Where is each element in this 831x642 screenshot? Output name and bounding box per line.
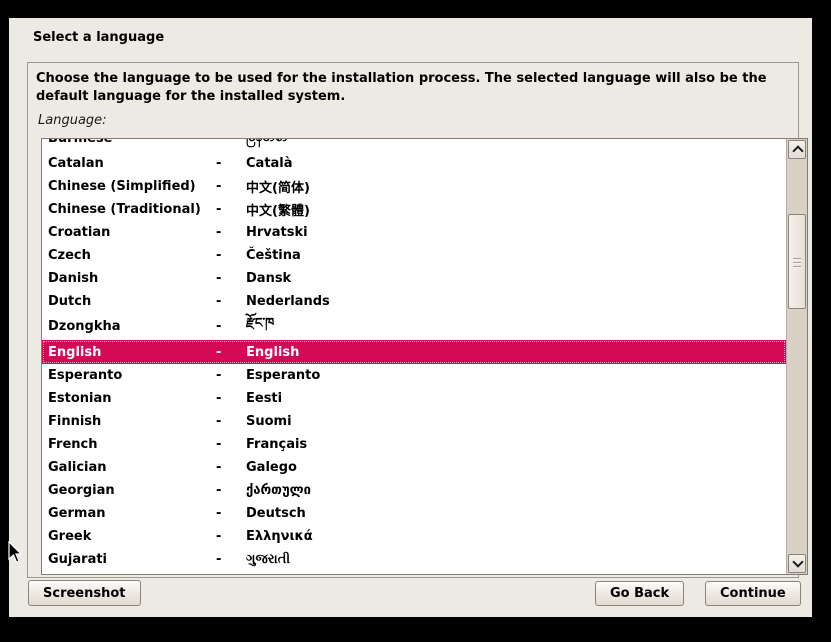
language-native: Français [246, 437, 786, 452]
separator-dash: - [216, 483, 246, 498]
language-row[interactable]: Finnish - Suomi [42, 410, 786, 433]
screenshot-button[interactable]: Screenshot [28, 580, 141, 606]
separator-dash: - [216, 319, 246, 334]
language-name: Galician [48, 460, 216, 475]
language-row[interactable]: Czech - Čeština [42, 244, 786, 267]
separator-dash: - [216, 460, 246, 475]
go-back-button[interactable]: Go Back [595, 581, 684, 606]
language-native: Deutsch [246, 506, 786, 521]
separator-dash: - [216, 225, 246, 240]
page-title: Select a language [33, 30, 164, 45]
language-native: Nederlands [246, 294, 786, 309]
language-row[interactable]: Chinese (Simplified) - 中文(简体) [42, 175, 786, 198]
language-name: French [48, 437, 216, 452]
separator-dash: - [216, 156, 246, 171]
language-native: རྫོང་ཁ [246, 308, 786, 345]
thumb-grip-icon [793, 258, 801, 270]
screen: { "window": { "title": "Select a languag… [0, 0, 831, 642]
chevron-down-icon [792, 556, 803, 567]
language-name: English [48, 345, 216, 360]
language-name: Catalan [48, 156, 216, 171]
language-row[interactable]: Greek - Ελληνικά [42, 525, 786, 548]
language-native: Čeština [246, 248, 786, 263]
language-native: Suomi [246, 414, 786, 429]
chevron-up-icon [792, 145, 803, 156]
language-native: မြန်မာစာ [246, 139, 786, 148]
scrollbar-thumb[interactable] [788, 214, 806, 309]
separator-dash: - [216, 552, 246, 567]
language-name: Burmese [48, 139, 216, 146]
language-name: Danish [48, 271, 216, 286]
language-name: Chinese (Simplified) [48, 179, 216, 194]
separator-dash: - [216, 179, 246, 194]
language-native: Esperanto [246, 368, 786, 383]
language-name: Esperanto [48, 368, 216, 383]
language-native: ქართული [246, 483, 786, 498]
installer-window: Select a language Choose the language to… [9, 18, 812, 617]
language-row[interactable]: Galician - Galego [42, 456, 786, 479]
language-native: 中文(繁體) [246, 200, 786, 219]
language-native: Català [246, 156, 786, 171]
language-name: Georgian [48, 483, 216, 498]
language-row[interactable]: Gujarati - ગુજરાતી [42, 548, 786, 571]
separator-dash: - [216, 202, 246, 217]
content-frame: Choose the language to be used for the i… [27, 62, 799, 578]
language-name: Czech [48, 248, 216, 263]
language-row[interactable]: German - Deutsch [42, 502, 786, 525]
language-native: Eesti [246, 391, 786, 406]
separator-dash: - [216, 506, 246, 521]
language-row[interactable]: Dzongkha - རྫོང་ཁ [42, 313, 786, 340]
mouse-cursor [8, 541, 24, 565]
language-rows: Burmese - မြန်မာစာ Catalan - Català Chin… [42, 139, 786, 571]
separator-dash: - [216, 345, 246, 360]
scrollbar-up-button[interactable] [788, 140, 806, 159]
language-native: Ελληνικά [246, 529, 786, 544]
language-row[interactable]: Catalan - Català [42, 152, 786, 175]
language-row[interactable]: Danish - Dansk [42, 267, 786, 290]
language-name: German [48, 506, 216, 521]
language-name: Finnish [48, 414, 216, 429]
language-name: Dutch [48, 294, 216, 309]
separator-dash: - [216, 294, 246, 309]
language-row[interactable]: French - Français [42, 433, 786, 456]
separator-dash: - [216, 414, 246, 429]
continue-button[interactable]: Continue [705, 581, 801, 606]
language-row[interactable]: English - English [42, 340, 786, 364]
language-row[interactable]: Georgian - ქართული [42, 479, 786, 502]
language-native: Dansk [246, 271, 786, 286]
language-native: 中文(简体) [246, 177, 786, 196]
separator-dash: - [216, 271, 246, 286]
language-label: Language: [38, 113, 798, 128]
language-name: Greek [48, 529, 216, 544]
language-name: Croatian [48, 225, 216, 240]
language-row[interactable]: Croatian - Hrvatski [42, 221, 786, 244]
separator-dash: - [216, 529, 246, 544]
separator-dash: - [216, 139, 246, 146]
language-native: English [246, 345, 786, 360]
language-name: Gujarati [48, 552, 216, 567]
language-list: Burmese - မြန်မာစာ Catalan - Català Chin… [41, 138, 808, 575]
language-row[interactable]: Esperanto - Esperanto [42, 364, 786, 387]
language-row[interactable]: Burmese - မြန်မာစာ [42, 139, 786, 152]
separator-dash: - [216, 248, 246, 263]
instruction-text: Choose the language to be used for the i… [36, 70, 788, 107]
language-rows-viewport: Burmese - မြန်မာစာ Catalan - Català Chin… [42, 139, 786, 574]
language-native: ગુજરાતી [246, 552, 786, 567]
separator-dash: - [216, 391, 246, 406]
scrollbar[interactable] [786, 139, 807, 574]
language-row[interactable]: Chinese (Traditional) - 中文(繁體) [42, 198, 786, 221]
separator-dash: - [216, 368, 246, 383]
language-name: Chinese (Traditional) [48, 202, 216, 217]
scrollbar-down-button[interactable] [788, 554, 806, 573]
language-name: Dzongkha [48, 319, 216, 334]
language-row[interactable]: Estonian - Eesti [42, 387, 786, 410]
language-native: Galego [246, 460, 786, 475]
language-name: Estonian [48, 391, 216, 406]
separator-dash: - [216, 437, 246, 452]
language-native: Hrvatski [246, 225, 786, 240]
